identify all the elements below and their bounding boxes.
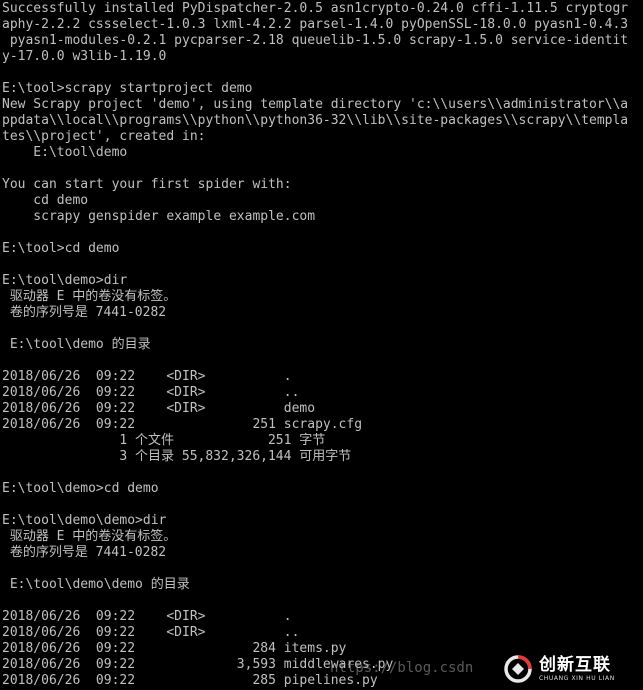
brand-logo: 创新互联 CHUANG XIN HU LIAN [495, 648, 643, 690]
console-line: 驱动器 E 中的卷没有标签。 [2, 289, 177, 304]
console-line: 3 个目录 55,832,326,144 可用字节 [2, 449, 352, 464]
console-line: E:\tool>scrapy startproject demo [2, 81, 253, 96]
console-line: 2018/06/26 09:22 <DIR> . [2, 369, 292, 384]
console-line: 驱动器 E 中的卷没有标签。 [2, 529, 177, 544]
console-line: Successfully installed PyDispatcher-2.0.… [2, 1, 629, 16]
console-output[interactable]: Successfully installed PyDispatcher-2.0.… [0, 0, 643, 690]
console-line: y-17.0.0 w3lib-1.19.0 [2, 49, 167, 64]
console-line: 2018/06/26 09:22 <DIR> demo [2, 401, 316, 416]
console-line: ppdata\\local\\programs\\python\\python3… [2, 113, 629, 128]
logo-mark-icon [504, 655, 532, 683]
console-line: New Scrapy project 'demo', using templat… [2, 97, 629, 112]
console-line: 2018/06/26 09:22 <DIR> . [2, 609, 292, 624]
console-line: You can start your first spider with: [2, 177, 292, 192]
console-line: E:\tool\demo\demo 的目录 [2, 577, 190, 592]
console-line: E:\tool\demo [2, 145, 128, 160]
console-line: 2018/06/26 09:22 <DIR> .. [2, 385, 300, 400]
console-line: tes\\project', created in: [2, 129, 206, 144]
console-line: 1 个文件 251 字节 [2, 433, 326, 448]
console-line: aphy-2.2.2 cssselect-1.0.3 lxml-4.2.2 pa… [2, 17, 629, 32]
console-line: pyasn1-modules-0.2.1 pycparser-2.18 queu… [2, 33, 629, 48]
console-lines: Successfully installed PyDispatcher-2.0.… [2, 1, 643, 689]
console-line: E:\tool\demo>dir [2, 273, 128, 288]
console-line: 卷的序列号是 7441-0282 [2, 545, 167, 560]
console-line: E:\tool>cd demo [2, 241, 120, 256]
console-line: E:\tool\demo>cd demo [2, 481, 159, 496]
console-line: E:\tool\demo\demo>dir [2, 513, 167, 528]
console-line: 2018/06/26 09:22 <DIR> .. [2, 625, 300, 640]
logo-subtitle: CHUANG XIN HU LIAN [539, 674, 615, 682]
watermark-text: https://blog.csdn [330, 660, 474, 676]
console-line: 2018/06/26 09:22 251 scrapy.cfg [2, 417, 363, 432]
console-line: cd demo [2, 193, 89, 208]
logo-name: 创新互联 [539, 654, 611, 675]
console-line: scrapy genspider example example.com [2, 209, 316, 224]
console-line: E:\tool\demo 的目录 [2, 337, 151, 352]
console-line: 卷的序列号是 7441-0282 [2, 305, 167, 320]
logo-text: 创新互联 CHUANG XIN HU LIAN [539, 654, 615, 683]
